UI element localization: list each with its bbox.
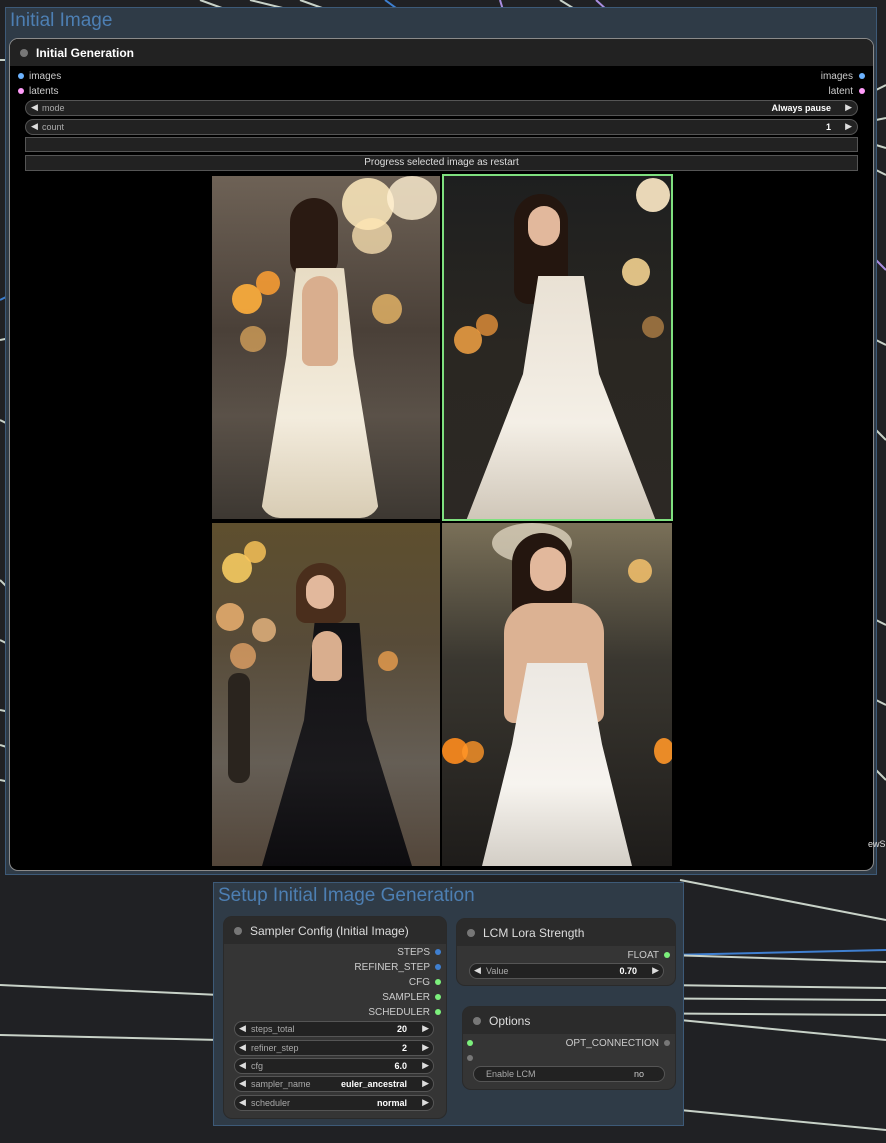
widget-label: count: [42, 122, 65, 132]
output-slot-steps: STEPS: [397, 947, 430, 958]
widget-label: cfg: [251, 1061, 264, 1071]
collapse-dot-icon[interactable]: [473, 1017, 481, 1025]
image-thumbnail-4[interactable]: [442, 523, 672, 866]
output-slot-latent: latent: [828, 86, 853, 97]
arrow-left-icon[interactable]: ◀: [31, 121, 38, 132]
count-number[interactable]: ◀ count 1 ▶: [25, 119, 858, 135]
widget-value: 6.0: [394, 1061, 407, 1071]
arrow-right-icon[interactable]: ▶: [845, 121, 852, 132]
scheduler-output-dot-icon[interactable]: [435, 1009, 441, 1015]
arrow-right-icon[interactable]: ▶: [422, 1060, 429, 1071]
widget-value: euler_ancestral: [340, 1079, 407, 1089]
arrow-right-icon[interactable]: ▶: [422, 1078, 429, 1089]
widget-label: steps_total: [251, 1024, 295, 1034]
scheduler-widget[interactable]: ◀ scheduler normal ▶: [234, 1095, 434, 1111]
opt-connection-output-dot-icon[interactable]: [664, 1040, 670, 1046]
collapse-dot-icon[interactable]: [20, 49, 28, 57]
output-slot-images: images: [820, 71, 853, 82]
sampler-output-dot-icon[interactable]: [435, 994, 441, 1000]
input-dot-icon[interactable]: [467, 1040, 473, 1046]
refiner-step-widget[interactable]: ◀ refiner_step 2 ▶: [234, 1040, 434, 1056]
refiner-step-output-dot-icon[interactable]: [435, 964, 441, 970]
input-slot-latents: latents: [29, 86, 59, 97]
node-title: LCM Lora Strength: [483, 926, 585, 940]
collapse-dot-icon[interactable]: [467, 929, 475, 937]
node-header[interactable]: Initial Generation: [10, 39, 873, 66]
cfg-widget[interactable]: ◀ cfg 6.0 ▶: [234, 1058, 434, 1074]
collapse-dot-icon[interactable]: [234, 927, 242, 935]
output-slot-cfg: CFG: [408, 977, 430, 988]
latent-output-dot-icon[interactable]: [859, 88, 865, 94]
node-title: Options: [489, 1014, 531, 1028]
output-slot-float: FLOAT: [627, 950, 659, 961]
group-title: Initial Image: [10, 10, 113, 31]
text-input[interactable]: [25, 137, 858, 152]
arrow-right-icon[interactable]: ▶: [422, 1023, 429, 1034]
output-slot-scheduler: SCHEDULER: [368, 1007, 430, 1018]
value-widget[interactable]: ◀ Value 0.70 ▶: [469, 963, 664, 979]
enable-lcm-toggle[interactable]: Enable LCM no: [473, 1066, 665, 1082]
initial-generation-node[interactable]: Initial Generation images latents images…: [9, 38, 874, 871]
arrow-right-icon[interactable]: ▶: [845, 102, 852, 113]
arrow-left-icon[interactable]: ◀: [31, 102, 38, 113]
widget-value: 0.70: [619, 966, 637, 976]
output-slot-opt-connection: OPT_CONNECTION: [565, 1038, 659, 1049]
widget-value: 20: [396, 1024, 407, 1034]
widget-value: 2: [401, 1043, 407, 1053]
arrow-left-icon[interactable]: ◀: [474, 965, 481, 976]
steps-output-dot-icon[interactable]: [435, 949, 441, 955]
widget-label: Value: [486, 966, 509, 976]
arrow-left-icon[interactable]: ◀: [239, 1060, 246, 1071]
arrow-left-icon[interactable]: ◀: [239, 1078, 246, 1089]
widget-label: mode: [42, 103, 65, 113]
image-thumbnail-2[interactable]: [442, 174, 673, 521]
arrow-left-icon[interactable]: ◀: [239, 1023, 246, 1034]
input-dot-icon[interactable]: [467, 1055, 473, 1061]
widget-label: sampler_name: [251, 1079, 311, 1089]
cfg-output-dot-icon[interactable]: [435, 979, 441, 985]
lcm-lora-strength-node[interactable]: LCM Lora Strength FLOAT ◀ Value 0.70 ▶: [456, 918, 676, 986]
arrow-right-icon[interactable]: ▶: [422, 1042, 429, 1053]
widget-label: Enable LCM: [486, 1069, 536, 1079]
progress-selected-button[interactable]: Progress selected image as restart: [25, 155, 858, 171]
steps-total-widget[interactable]: ◀ steps_total 20 ▶: [234, 1021, 434, 1037]
latents-input-dot-icon[interactable]: [18, 88, 24, 94]
edge-text-fragment: ewS: [868, 839, 886, 849]
group-title: Setup Initial Image Generation: [218, 885, 475, 906]
node-header[interactable]: Sampler Config (Initial Image): [224, 917, 446, 944]
mode-combo[interactable]: ◀ mode Always pause ▶: [25, 100, 858, 116]
images-input-dot-icon[interactable]: [18, 73, 24, 79]
arrow-left-icon[interactable]: ◀: [239, 1097, 246, 1108]
widget-label: scheduler: [251, 1098, 291, 1108]
options-node[interactable]: Options OPT_CONNECTION Enable LCM no: [462, 1006, 676, 1090]
node-header[interactable]: LCM Lora Strength: [457, 919, 675, 946]
widget-value: Always pause: [771, 103, 831, 113]
output-slot-refiner-step: REFINER_STEP: [354, 962, 430, 973]
float-output-dot-icon[interactable]: [664, 952, 670, 958]
image-thumbnail-1[interactable]: [212, 176, 440, 519]
widget-label: refiner_step: [251, 1043, 299, 1053]
arrow-right-icon[interactable]: ▶: [422, 1097, 429, 1108]
node-header[interactable]: Options: [463, 1007, 675, 1034]
input-slot-images: images: [29, 71, 62, 82]
arrow-right-icon[interactable]: ▶: [652, 965, 659, 976]
images-output-dot-icon[interactable]: [859, 73, 865, 79]
toggle-knob-icon[interactable]: [648, 1069, 658, 1079]
sampler-name-widget[interactable]: ◀ sampler_name euler_ancestral ▶: [234, 1076, 434, 1092]
widget-value: 1: [825, 122, 831, 132]
node-title: Initial Generation: [36, 46, 135, 60]
image-thumbnail-3[interactable]: [212, 523, 440, 866]
widget-value: no: [633, 1069, 644, 1079]
sampler-config-node[interactable]: Sampler Config (Initial Image) STEPS REF…: [223, 916, 447, 1119]
node-title: Sampler Config (Initial Image): [250, 924, 409, 938]
arrow-left-icon[interactable]: ◀: [239, 1042, 246, 1053]
widget-value: normal: [376, 1098, 407, 1108]
output-slot-sampler: SAMPLER: [382, 992, 430, 1003]
